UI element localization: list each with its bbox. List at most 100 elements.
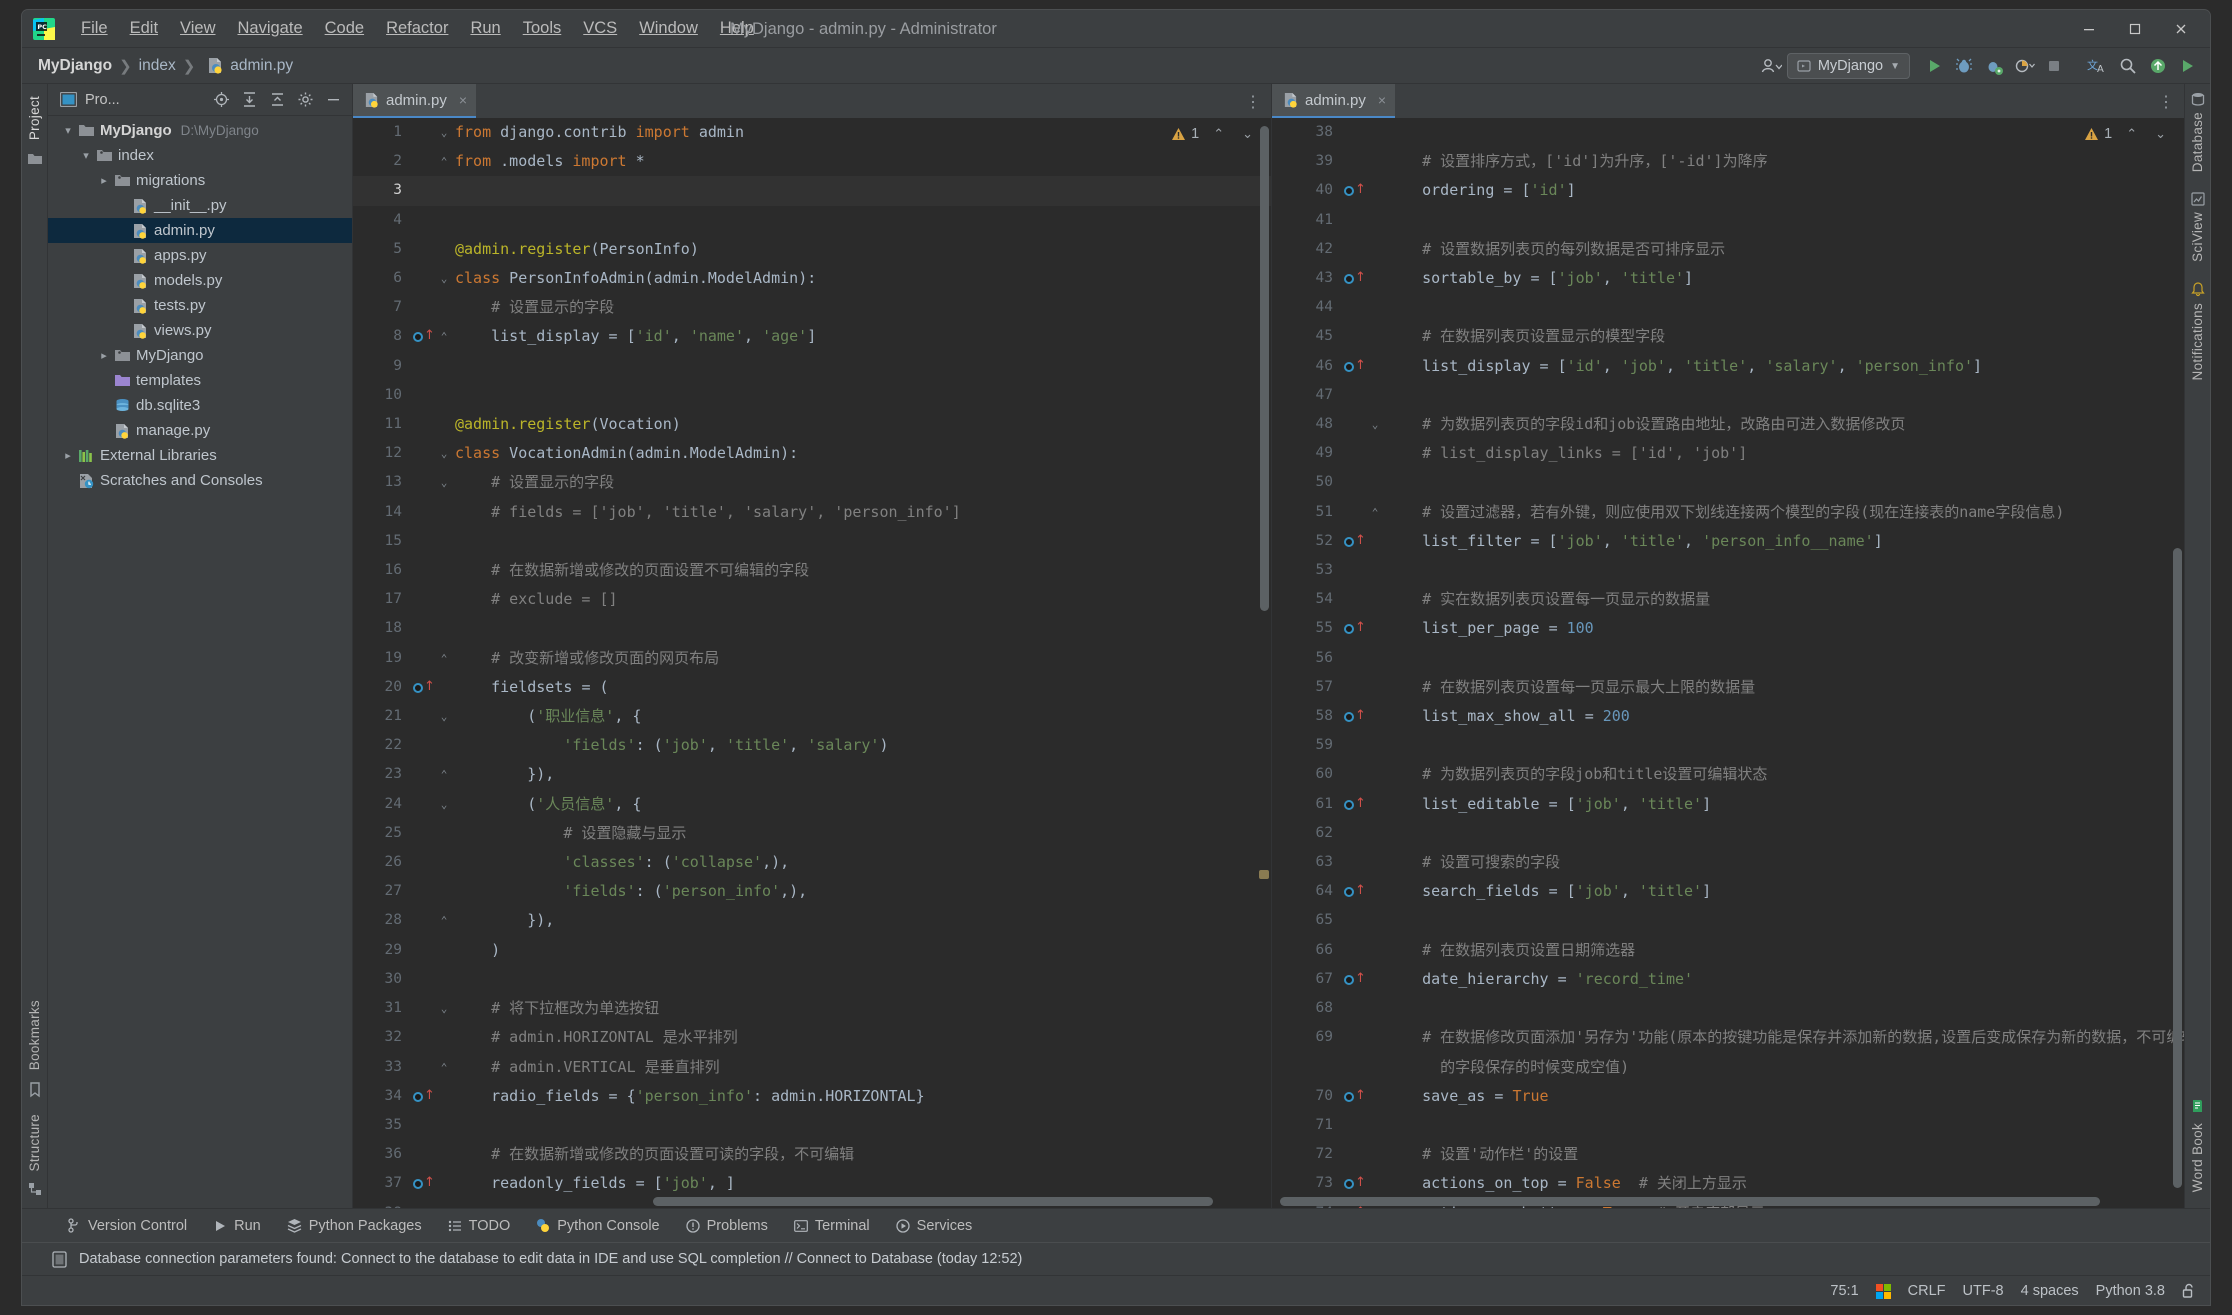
fold-marker-icon[interactable]: ⌃ — [435, 1053, 453, 1082]
code-line[interactable]: 60 # 为数据列表页的字段job和title设置可编辑状态 — [1272, 760, 2184, 789]
menu-file[interactable]: File — [70, 15, 119, 42]
coverage-icon[interactable] — [2010, 52, 2038, 80]
code-line[interactable]: 2⌃from .models import * — [353, 147, 1271, 176]
code-line[interactable]: 44 — [1272, 293, 2184, 322]
tab-admin-py-right[interactable]: admin.py × — [1272, 84, 1395, 118]
code-line[interactable]: 6⌄class PersonInfoAdmin(admin.ModelAdmin… — [353, 264, 1271, 293]
menu-vcs[interactable]: VCS — [572, 15, 628, 42]
menu-window[interactable]: Window — [628, 15, 709, 42]
run-icon[interactable] — [1920, 52, 1948, 80]
tree-item-manage-py[interactable]: manage.py — [48, 418, 352, 443]
code-line[interactable]: 9 — [353, 352, 1271, 381]
code-line[interactable]: 70↑ save_as = True — [1272, 1082, 2184, 1111]
horizontal-scrollbar-left[interactable] — [653, 1197, 1213, 1206]
code-line[interactable]: 46↑ list_display = ['id', 'job', 'title'… — [1272, 352, 2184, 381]
close-icon[interactable]: × — [459, 92, 467, 108]
override-marker-icon[interactable]: ↑ — [1344, 272, 1364, 286]
code-line[interactable]: 73↑ actions_on_top = False # 关闭上方显示 — [1272, 1169, 2184, 1198]
tool-button-services[interactable]: Services — [883, 1214, 986, 1238]
code-line[interactable]: 64↑ search_fields = ['job', 'title'] — [1272, 877, 2184, 906]
code-line[interactable]: 48⌄ # 为数据列表页的字段id和job设置路由地址，改路由可进入数据修改页 — [1272, 410, 2184, 439]
expand-all-icon[interactable] — [236, 87, 262, 113]
code-line[interactable]: 34↑ radio_fields = {'person_info': admin… — [353, 1082, 1271, 1111]
gear-icon[interactable] — [292, 87, 318, 113]
code-line[interactable]: 15 — [353, 527, 1271, 556]
code-line[interactable]: 47 — [1272, 381, 2184, 410]
close-button[interactable] — [2158, 10, 2204, 48]
override-marker-icon[interactable]: ↑ — [413, 681, 433, 695]
code-line[interactable]: 22 'fields': ('job', 'title', 'salary') — [353, 731, 1271, 760]
tree-item-db-sqlite3[interactable]: db.sqlite3 — [48, 393, 352, 418]
fold-marker-icon[interactable]: ⌃ — [1366, 498, 1384, 527]
menu-view[interactable]: View — [169, 15, 226, 42]
tree-item-models-py[interactable]: models.py — [48, 268, 352, 293]
horizontal-scrollbar-right[interactable] — [1280, 1197, 2100, 1206]
override-marker-icon[interactable]: ↑ — [413, 330, 433, 344]
locate-icon[interactable] — [208, 87, 234, 113]
chevron-down-icon[interactable]: ▾ — [78, 149, 94, 162]
fold-marker-icon[interactable]: ⌃ — [435, 322, 453, 351]
breadcrumb-project[interactable]: MyDjango — [38, 57, 112, 75]
override-marker-icon[interactable]: ↑ — [1344, 710, 1364, 724]
fold-marker-icon[interactable]: ⌄ — [435, 439, 453, 468]
code-line[interactable]: 20↑ fieldsets = ( — [353, 673, 1271, 702]
menu-tools[interactable]: Tools — [512, 15, 573, 42]
code-line[interactable]: 61↑ list_editable = ['job', 'title'] — [1272, 790, 2184, 819]
unlocked-icon[interactable] — [2182, 1283, 2196, 1299]
prev-problem-icon[interactable]: ⌃ — [1209, 124, 1228, 144]
code-line[interactable]: 19⌃ # 改变新增或修改页面的网页布局 — [353, 644, 1271, 673]
code-line[interactable]: 39 # 设置排序方式，['id']为升序，['-id']为降序 — [1272, 147, 2184, 176]
fold-marker-icon[interactable]: ⌃ — [435, 147, 453, 176]
tool-window-sciview[interactable]: SciView — [2190, 206, 2205, 268]
override-marker-icon[interactable]: ↑ — [1344, 885, 1364, 899]
code-line[interactable]: 50 — [1272, 468, 2184, 497]
code-line[interactable]: 41 — [1272, 206, 2184, 235]
tool-button-run[interactable]: Run — [200, 1214, 274, 1238]
menu-code[interactable]: Code — [314, 15, 375, 42]
code-line[interactable]: 7 # 设置显示的字段 — [353, 293, 1271, 322]
line-separator[interactable]: CRLF — [1908, 1283, 1946, 1299]
python-interpreter[interactable]: Python 3.8 — [2096, 1283, 2165, 1299]
hide-panel-icon[interactable] — [320, 87, 346, 113]
chevron-right-icon[interactable]: ▸ — [60, 449, 76, 462]
next-problem-icon[interactable]: ⌄ — [1238, 124, 1257, 144]
menu-refactor[interactable]: Refactor — [375, 15, 459, 42]
override-marker-icon[interactable]: ↑ — [413, 1090, 433, 1104]
code-line[interactable]: 67↑ date_hierarchy = 'record_time' — [1272, 965, 2184, 994]
tab-admin-py-left[interactable]: admin.py × — [353, 84, 476, 118]
fold-marker-icon[interactable]: ⌃ — [435, 906, 453, 935]
translate-icon[interactable]: 文A — [2084, 52, 2112, 80]
code-line[interactable]: 14 # fields = ['job', 'title', 'salary',… — [353, 498, 1271, 527]
code-line[interactable]: 69 # 在数据修改页面添加'另存为'功能(原本的按键功能是保存并添加新的数据,… — [1272, 1023, 2184, 1052]
tree-item-index[interactable]: ▾index — [48, 143, 352, 168]
tree-item-admin-py[interactable]: admin.py — [48, 218, 352, 243]
breadcrumb-index[interactable]: index — [139, 57, 176, 75]
override-marker-icon[interactable]: ↑ — [1344, 622, 1364, 636]
code-line[interactable]: 66 # 在数据列表页设置日期筛选器 — [1272, 936, 2184, 965]
code-line[interactable]: 57 # 在数据列表页设置每一页显示最大上限的数据量 — [1272, 673, 2184, 702]
tree-item-templates[interactable]: templates — [48, 368, 352, 393]
minimize-button[interactable] — [2066, 10, 2112, 48]
notification-text[interactable]: Database connection parameters found: Co… — [79, 1251, 1022, 1267]
code-line[interactable]: 8↑⌃ list_display = ['id', 'name', 'age'] — [353, 322, 1271, 351]
chevron-right-icon[interactable]: ▸ — [96, 174, 112, 187]
code-line[interactable]: 24⌄ ('人员信息', { — [353, 790, 1271, 819]
code-line[interactable]: 42 # 设置数据列表页的每列数据是否可排序显示 — [1272, 235, 2184, 264]
override-marker-icon[interactable]: ↑ — [413, 1177, 433, 1191]
code-area-left[interactable]: 1⌄from django.contrib import admin2⌃from… — [353, 118, 1271, 1208]
code-line[interactable]: 51⌃ # 设置过滤器，若有外键，则应使用双下划线连接两个模型的字段(现在连接表… — [1272, 498, 2184, 527]
code-line[interactable]: 59 — [1272, 731, 2184, 760]
file-encoding[interactable]: UTF-8 — [1963, 1283, 2004, 1299]
vertical-scrollbar-left[interactable] — [1260, 126, 1269, 611]
code-line[interactable]: 53 — [1272, 556, 2184, 585]
code-line[interactable]: 56 — [1272, 644, 2184, 673]
next-problem-icon[interactable]: ⌄ — [2151, 124, 2170, 144]
code-line[interactable]: 35 — [353, 1111, 1271, 1140]
tree-item-views-py[interactable]: views.py — [48, 318, 352, 343]
tool-window-structure[interactable]: Structure — [27, 1108, 42, 1177]
debug-icon[interactable] — [1950, 52, 1978, 80]
code-line[interactable]: 58↑ list_max_show_all = 200 — [1272, 702, 2184, 731]
code-line[interactable]: 55↑ list_per_page = 100 — [1272, 614, 2184, 643]
tree-item-scratches-and-consoles[interactable]: Scratches and Consoles — [48, 468, 352, 493]
tool-button-problems[interactable]: Problems — [673, 1214, 781, 1238]
